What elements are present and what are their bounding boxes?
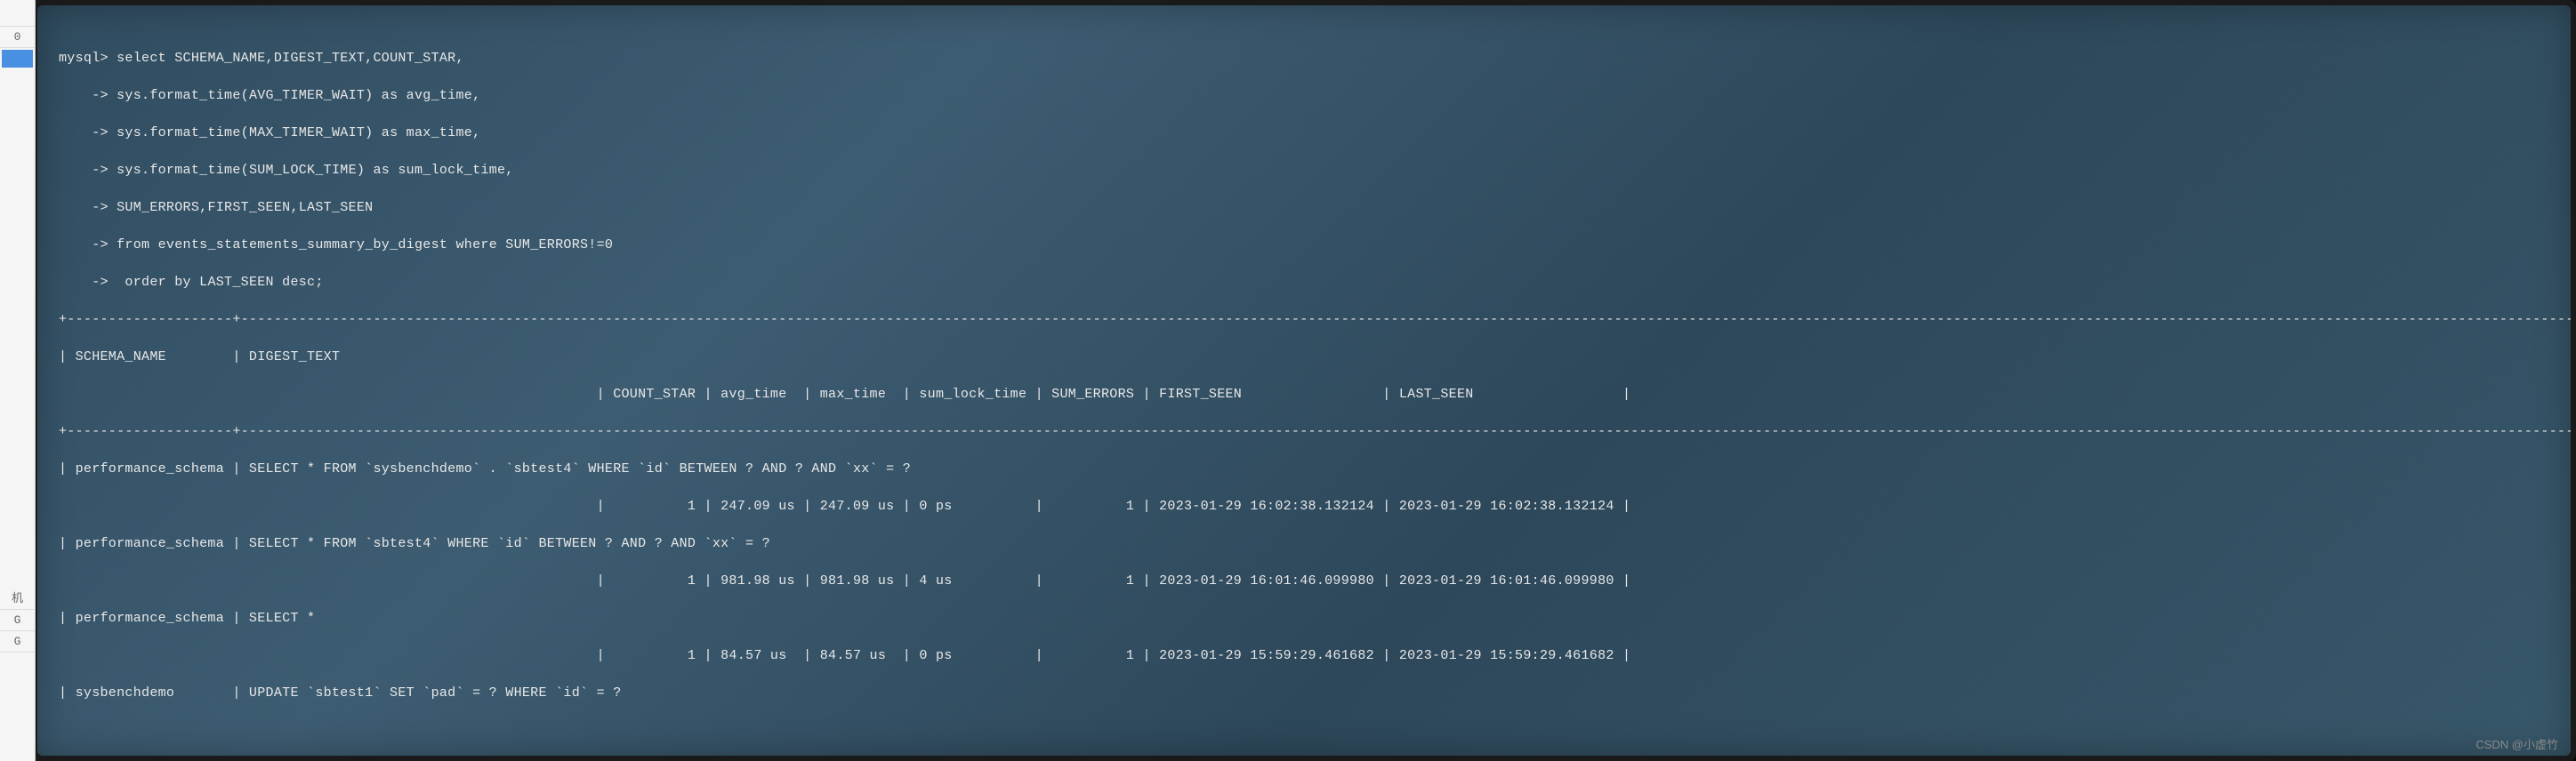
separator-top: +--------------------+------------------… <box>59 310 2549 329</box>
sidebar-num: 0 <box>0 27 35 48</box>
sidebar-item-1: G <box>0 610 35 631</box>
query-line-6: -> order by LAST_SEEN desc; <box>59 273 2549 292</box>
query-line-4: -> SUM_ERRORS,FIRST_SEEN,LAST_SEEN <box>59 198 2549 217</box>
terminal-window[interactable]: mysql> select SCHEMA_NAME,DIGEST_TEXT,CO… <box>37 5 2571 756</box>
sidebar-highlight <box>2 50 33 68</box>
sidebar-item-2: G <box>0 631 35 653</box>
sidebar-item-0: 机 <box>0 585 35 610</box>
separator-mid: +--------------------+------------------… <box>59 422 2549 441</box>
window-frame: 0 机 G G mysql> select SCHEMA_NAME,DIGEST… <box>0 0 2576 761</box>
query-line-0: mysql> select SCHEMA_NAME,DIGEST_TEXT,CO… <box>59 49 2549 68</box>
query-line-2: -> sys.format_time(MAX_TIMER_WAIT) as ma… <box>59 124 2549 142</box>
row-0-line-2: | 1 | 247.09 us | 247.09 us | 0 ps | 1 |… <box>59 497 2549 516</box>
query-line-1: -> sys.format_time(AVG_TIMER_WAIT) as av… <box>59 86 2549 105</box>
row-2-line-2: | 1 | 84.57 us | 84.57 us | 0 ps | 1 | 2… <box>59 646 2549 665</box>
row-2-line-1: | performance_schema | SELECT * <box>59 609 2549 628</box>
terminal-output: mysql> select SCHEMA_NAME,DIGEST_TEXT,CO… <box>59 30 2549 740</box>
left-sidebar: 0 机 G G <box>0 0 36 761</box>
row-3-line-1: | sysbenchdemo | UPDATE `sbtest1` SET `p… <box>59 684 2549 702</box>
query-line-3: -> sys.format_time(SUM_LOCK_TIME) as sum… <box>59 161 2549 180</box>
header-line-2: | COUNT_STAR | avg_time | max_time | sum… <box>59 385 2549 404</box>
row-0-line-1: | performance_schema | SELECT * FROM `sy… <box>59 460 2549 478</box>
header-line-1: | SCHEMA_NAME | DIGEST_TEXT <box>59 348 2549 366</box>
sidebar-spacer <box>0 0 35 27</box>
watermark-text: CSDN @小虚竹 <box>2475 735 2558 752</box>
row-1-line-1: | performance_schema | SELECT * FROM `sb… <box>59 534 2549 553</box>
query-line-5: -> from events_statements_summary_by_dig… <box>59 236 2549 254</box>
row-1-line-2: | 1 | 981.98 us | 981.98 us | 4 us | 1 |… <box>59 572 2549 590</box>
